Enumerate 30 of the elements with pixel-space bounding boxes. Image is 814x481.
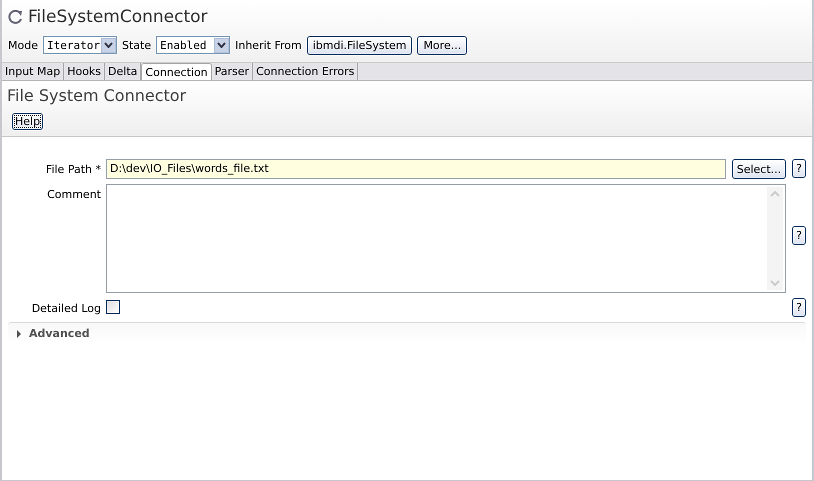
detailed-log-checkbox[interactable] xyxy=(106,300,120,314)
state-dropdown[interactable]: Enabled xyxy=(156,36,230,54)
inherit-button[interactable]: ibmdi.FileSystem xyxy=(306,36,412,54)
state-label: State xyxy=(122,38,152,52)
caret-icon xyxy=(217,42,226,48)
field-label: Comment xyxy=(46,187,101,201)
inherit-label: Inherit From xyxy=(235,38,302,52)
comment-field[interactable] xyxy=(106,184,786,293)
expand-arrow-icon xyxy=(16,330,22,338)
caret-icon xyxy=(104,42,113,48)
file-path-field[interactable]: D:\dev\IO_Files\words_file.txt xyxy=(106,159,726,179)
tab[interactable]: Connection xyxy=(141,63,212,80)
help-button[interactable]: ? xyxy=(792,159,806,178)
refresh-icon xyxy=(8,9,24,25)
tab[interactable]: Hooks xyxy=(64,63,106,80)
tab[interactable]: Parser xyxy=(212,63,254,80)
help-button[interactable]: ? xyxy=(792,298,806,317)
mode-label: Mode xyxy=(8,38,38,52)
select-button[interactable]: Select... xyxy=(732,159,786,179)
more-button[interactable]: More... xyxy=(417,36,468,54)
scrollbar[interactable] xyxy=(767,187,784,290)
section-title: File System Connector xyxy=(7,86,186,105)
mode-dropdown[interactable]: Iterator xyxy=(42,36,117,54)
tab[interactable]: Input Map xyxy=(2,63,64,80)
tab[interactable]: Connection Errors xyxy=(253,63,358,80)
help-button[interactable]: ? xyxy=(792,226,806,245)
field-label: Detailed Log xyxy=(30,301,101,315)
field-label: File Path * xyxy=(44,162,101,176)
window-title: FileSystemConnector xyxy=(28,7,208,27)
help-button[interactable]: Help xyxy=(12,113,44,130)
